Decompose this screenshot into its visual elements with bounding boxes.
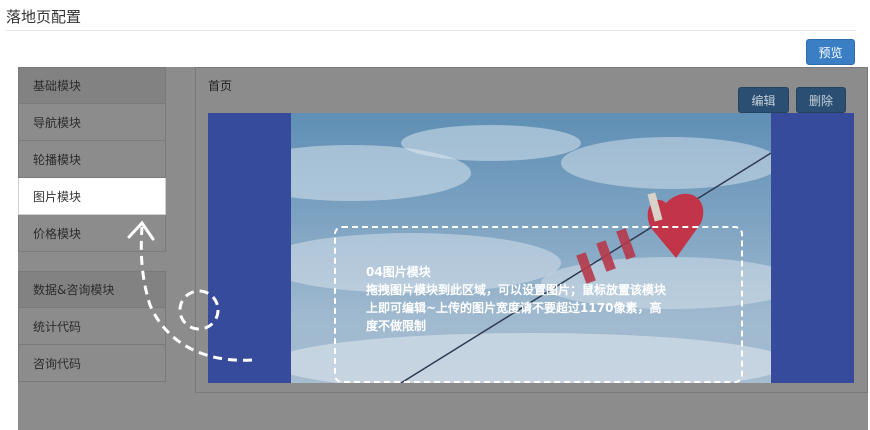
drop-zone-title: 04图片模块: [366, 265, 431, 279]
edit-button[interactable]: 编辑: [738, 87, 789, 113]
sidebar-item-carousel[interactable]: 轮播模块: [18, 141, 166, 178]
panel-title: 首页: [208, 79, 233, 93]
drop-zone-line: 上即可编辑~上传的图片宽度请不要超过1170像素，高: [366, 301, 662, 315]
drag-hint-arrow: [127, 220, 253, 362]
curved-dashed-arrow-icon: [139, 226, 253, 362]
preview-button[interactable]: 预览: [806, 39, 855, 65]
dashed-circle-icon: [178, 289, 220, 331]
sidebar-item-nav[interactable]: 导航模块: [18, 104, 166, 141]
drop-zone-line: 拖拽图片模块到此区域，可以设置图片；鼠标放置该模块: [366, 283, 667, 297]
title-divider: [6, 30, 856, 31]
drop-zone-hint: 04图片模块 拖拽图片模块到此区域，可以设置图片；鼠标放置该模块 上即可编辑~上…: [366, 263, 726, 335]
page-title: 落地页配置: [6, 8, 82, 26]
sidebar-item-image[interactable]: 图片模块: [18, 178, 166, 215]
banner-right-margin: [771, 113, 854, 383]
delete-button[interactable]: 删除: [796, 87, 846, 113]
drop-zone-line: 度不做限制: [366, 319, 427, 333]
sidebar-header-basic: 基础模块: [18, 67, 166, 104]
